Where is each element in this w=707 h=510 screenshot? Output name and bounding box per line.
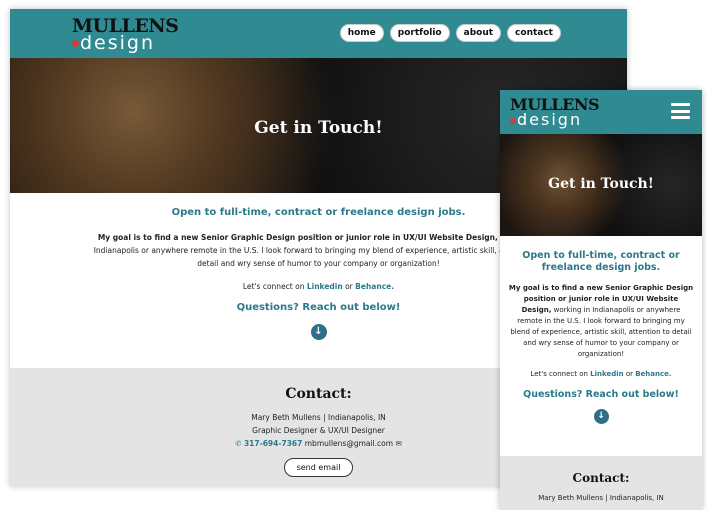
intro-goal-paragraph: My goal is to find a new Senior Graphic …: [508, 283, 694, 360]
logo-wordmark-design: design: [517, 110, 583, 129]
nav-home[interactable]: home: [339, 24, 384, 42]
logo-wordmark-design: design: [80, 32, 156, 54]
phone-icon: ✆: [235, 439, 242, 448]
desktop-nav-links: home portfolio about contact: [339, 24, 561, 42]
nav-contact[interactable]: contact: [507, 24, 561, 42]
mobile-intro-section: Open to full-time, contract or freelance…: [500, 236, 702, 456]
behance-link[interactable]: Behance.: [635, 370, 671, 378]
connect-prefix: Let's connect on: [242, 282, 307, 291]
logo-wordmark-bottom: design: [510, 112, 599, 128]
hamburger-menu-icon[interactable]: [671, 103, 690, 119]
logo-dot-icon: [510, 117, 516, 124]
scroll-down-icon[interactable]: ↓: [593, 409, 609, 424]
connect-or: or: [623, 370, 636, 378]
desktop-logo[interactable]: MULLENS design: [72, 17, 179, 54]
connect-prefix: Let's connect on: [530, 370, 591, 378]
questions-heading: Questions? Reach out below!: [523, 389, 679, 400]
behance-link[interactable]: Behance.: [355, 282, 394, 291]
connect-line: Let's connect on Linkedin or Behance.: [500, 369, 702, 380]
scroll-down-icon[interactable]: ↓: [310, 324, 327, 340]
goal-bold-text: My goal is to find a new Senior Graphic …: [97, 233, 498, 242]
envelope-icon: ✉: [395, 439, 402, 448]
desktop-navbar: MULLENS design home portfolio about cont…: [10, 9, 627, 58]
intro-goal-paragraph: My goal is to find a new Senior Graphic …: [89, 231, 549, 270]
intro-heading: Open to full-time, contract or freelance…: [522, 250, 680, 273]
linkedin-link[interactable]: Linkedin: [590, 370, 623, 378]
screenshot-stage: MULLENS design home portfolio about cont…: [0, 0, 707, 510]
mobile-navbar: MULLENS design: [500, 90, 702, 134]
logo-dot-icon: [72, 40, 79, 47]
send-email-button[interactable]: send email: [283, 458, 354, 477]
connect-or: or: [342, 282, 356, 291]
mobile-hero-image: Get in Touch!: [500, 134, 702, 236]
nav-about[interactable]: about: [455, 24, 502, 42]
contact-name-line: Mary Beth Mullens | Indianapolis, IN: [538, 494, 664, 502]
hero-title: Get in Touch!: [548, 176, 654, 192]
email-link[interactable]: mbmullens@gmail.com: [305, 439, 393, 448]
contact-heading: Contact:: [572, 471, 630, 485]
linkedin-link[interactable]: Linkedin: [307, 282, 343, 291]
mobile-logo[interactable]: MULLENS design: [510, 97, 600, 128]
phone-link[interactable]: 317-694-7367: [244, 439, 302, 448]
mobile-contact-section: Contact: Mary Beth Mullens | Indianapoli…: [500, 456, 702, 510]
nav-portfolio[interactable]: portfolio: [389, 24, 450, 42]
mobile-mockup: MULLENS design Get in Touch! Open to ful…: [500, 90, 702, 510]
